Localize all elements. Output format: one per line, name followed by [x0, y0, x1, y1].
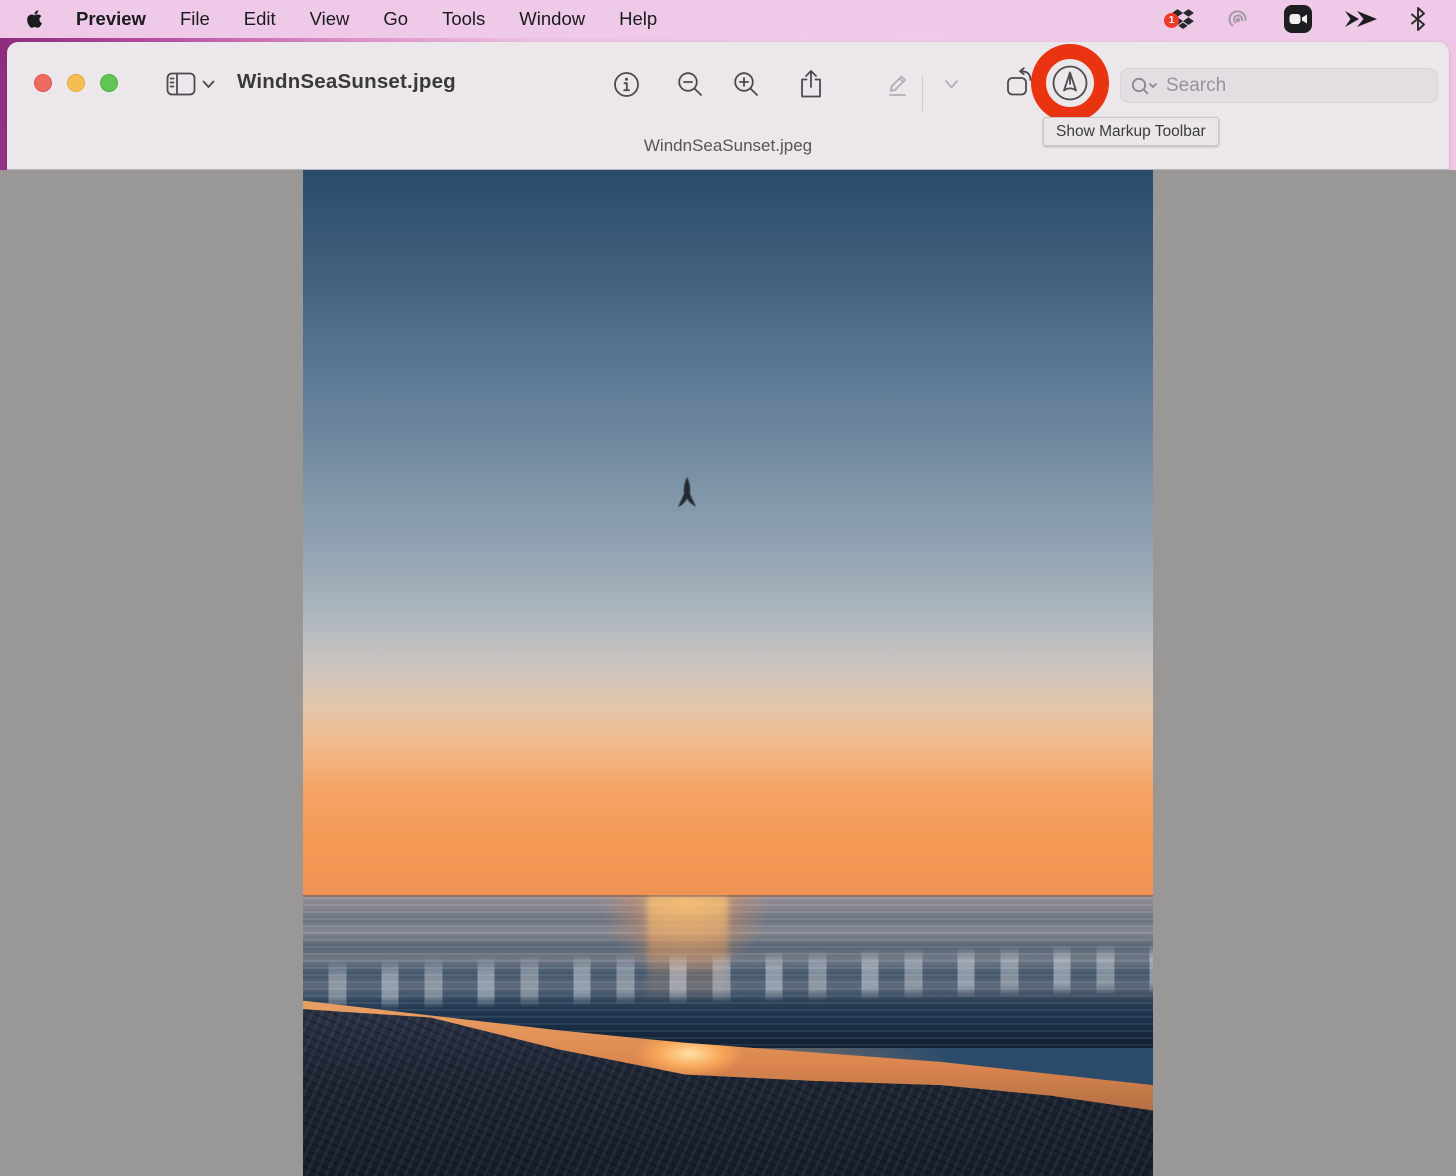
- minimize-button[interactable]: [67, 74, 85, 92]
- apple-menu[interactable]: [14, 9, 59, 29]
- rotate-left-button[interactable]: [1001, 62, 1041, 104]
- sidebar-icon: [166, 72, 196, 96]
- zoom-out-button[interactable]: [672, 66, 708, 102]
- menubar-menus: Preview File Edit View Go Tools Window H…: [14, 0, 674, 38]
- bluetooth-menu-item[interactable]: [1394, 7, 1442, 31]
- search-icon: [1131, 77, 1158, 95]
- markup-tooltip: Show Markup Toolbar: [1043, 117, 1219, 146]
- chevron-down-icon: [944, 79, 959, 90]
- window-toolbar: WindnSeaSunset.jpeg: [7, 42, 1449, 170]
- bird-silhouette: [672, 476, 702, 521]
- markup-pencil-icon: [884, 69, 912, 99]
- sidebar-toggle-button[interactable]: [159, 66, 221, 102]
- search-input[interactable]: [1166, 75, 1396, 97]
- menubar: Preview File Edit View Go Tools Window H…: [0, 0, 1456, 38]
- share-button[interactable]: [793, 64, 829, 104]
- chevron-down-icon: [202, 80, 215, 89]
- markup-options-button: [937, 72, 965, 96]
- menu-tools[interactable]: Tools: [425, 0, 502, 38]
- dropbox-menu-item[interactable]: 1: [1156, 9, 1210, 30]
- filename-subtitle: WindnSeaSunset.jpeg: [7, 136, 1449, 156]
- sunset-photo[interactable]: [303, 170, 1153, 1176]
- menu-preview[interactable]: Preview: [59, 0, 163, 38]
- toolbar-divider: [922, 75, 923, 111]
- menubar-status-items: 1: [1156, 4, 1442, 34]
- close-button[interactable]: [34, 74, 52, 92]
- arc-radar-icon: [1225, 5, 1253, 33]
- zoom-in-button[interactable]: [728, 66, 764, 102]
- info-button[interactable]: [608, 66, 644, 102]
- document-area: [0, 170, 1456, 1176]
- menu-go[interactable]: Go: [366, 0, 425, 38]
- apple-icon: [26, 9, 43, 29]
- arc-menu-item[interactable]: [1210, 5, 1268, 33]
- info-icon: [613, 71, 640, 98]
- zoom-out-icon: [677, 71, 704, 98]
- photo-wave-foam: [303, 942, 1153, 1012]
- dart-menu-item[interactable]: [1328, 7, 1394, 31]
- video-menu-item[interactable]: [1268, 4, 1328, 34]
- zoom-in-icon: [733, 71, 760, 98]
- search-field[interactable]: [1120, 68, 1438, 103]
- menu-window[interactable]: Window: [502, 0, 602, 38]
- video-camera-icon: [1283, 4, 1313, 34]
- show-markup-toolbar-button[interactable]: [1050, 63, 1090, 103]
- menu-view[interactable]: View: [293, 0, 367, 38]
- menu-edit[interactable]: Edit: [227, 0, 293, 38]
- traffic-lights: [34, 74, 118, 92]
- markup-pencil-button: [880, 66, 916, 102]
- markup-toolbar-icon: [1050, 63, 1090, 103]
- dropbox-badge: 1: [1164, 13, 1179, 28]
- rotate-left-icon: [1005, 67, 1037, 99]
- menu-help[interactable]: Help: [602, 0, 674, 38]
- window-title: WindnSeaSunset.jpeg: [237, 70, 456, 94]
- fullscreen-button[interactable]: [100, 74, 118, 92]
- menu-file[interactable]: File: [163, 0, 227, 38]
- share-icon: [798, 69, 824, 99]
- dart-arrow-icon: [1343, 7, 1379, 31]
- bluetooth-icon: [1409, 7, 1427, 31]
